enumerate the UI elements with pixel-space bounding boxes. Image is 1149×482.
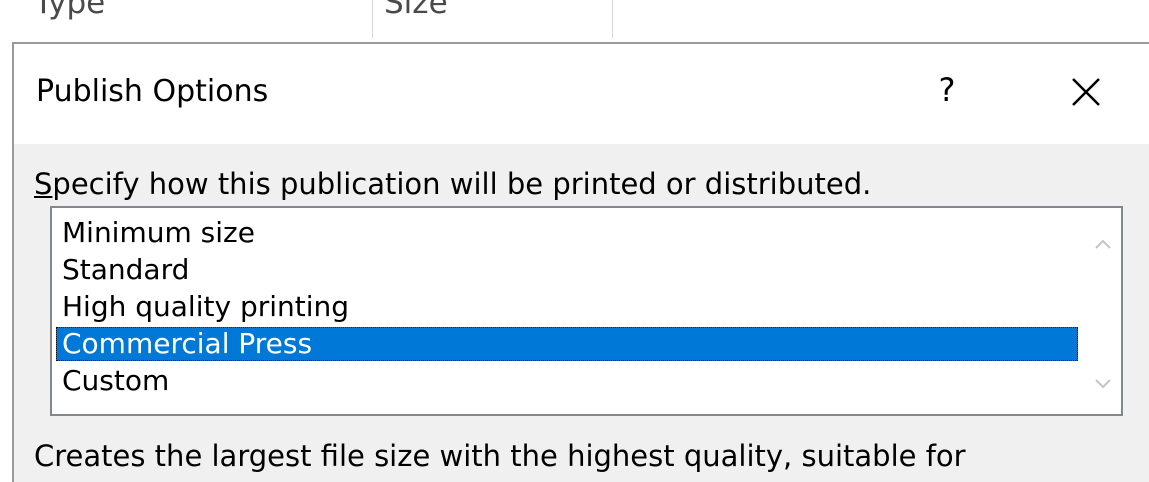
option-description: Creates the largest file size with the h…	[34, 439, 966, 473]
file-list-header: Type Size	[0, 0, 1149, 42]
instruction-accelerator: S	[34, 167, 53, 201]
publish-options-dialog: Publish Options ? Specify how this publi…	[12, 42, 1149, 482]
column-header-type[interactable]: Type	[34, 0, 105, 19]
list-item-custom[interactable]: Custom	[56, 364, 1078, 398]
dialog-titlebar: Publish Options ?	[14, 44, 1149, 144]
list-item-standard[interactable]: Standard	[56, 253, 1078, 287]
scroll-up-button[interactable]	[1085, 224, 1121, 264]
list-item-minimum-size[interactable]: Minimum size	[56, 216, 1078, 250]
column-separator[interactable]	[372, 0, 373, 38]
instruction-text: pecify how this publication will be prin…	[52, 167, 872, 201]
dialog-title: Publish Options	[36, 74, 269, 109]
scroll-down-button[interactable]	[1085, 364, 1121, 404]
column-separator[interactable]	[612, 0, 613, 38]
close-button[interactable]	[1058, 64, 1114, 120]
list-item-high-quality-printing[interactable]: High quality printing	[56, 290, 1078, 324]
help-button[interactable]: ?	[924, 62, 970, 118]
instruction-label: Specify how this publication will be pri…	[34, 166, 871, 202]
close-icon	[1058, 64, 1114, 120]
chevron-down-icon	[1085, 364, 1121, 404]
list-item-commercial-press[interactable]: Commercial Press	[56, 327, 1078, 361]
column-header-size[interactable]: Size	[384, 0, 448, 19]
chevron-up-icon	[1085, 224, 1121, 264]
publish-options-listbox[interactable]: Minimum size Standard High quality print…	[50, 206, 1123, 416]
listbox-scrollbar[interactable]	[1085, 208, 1121, 414]
